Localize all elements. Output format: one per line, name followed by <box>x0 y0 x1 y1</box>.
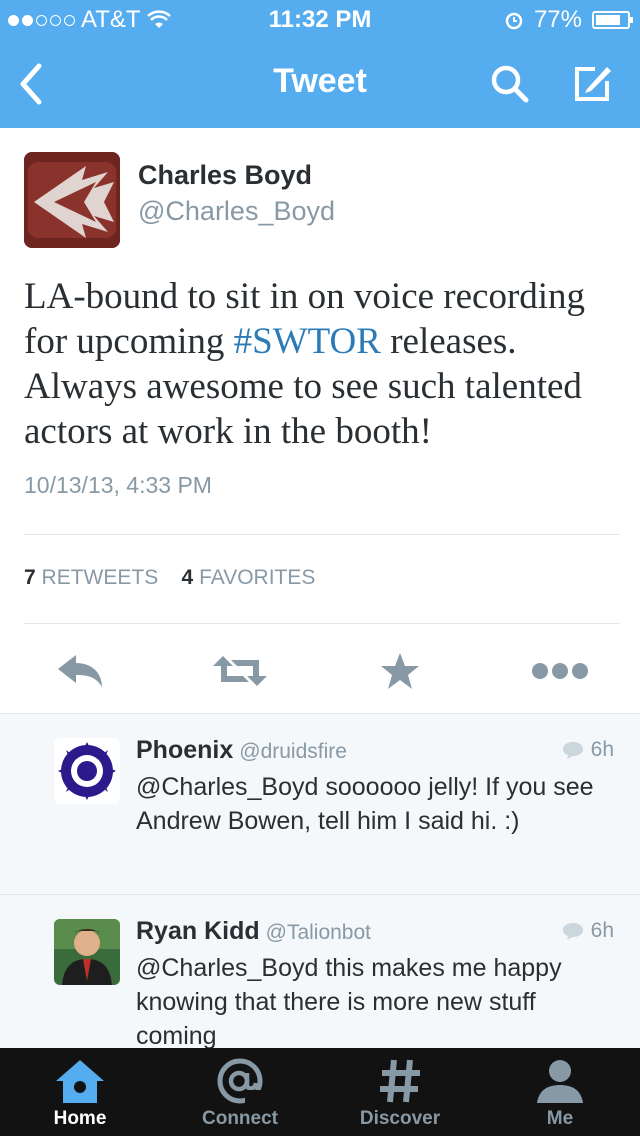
tab-me[interactable]: Me <box>480 1048 640 1136</box>
reply-text: @Charles_Boyd this makes me happy knowin… <box>136 954 562 1049</box>
retweet-icon <box>213 656 267 686</box>
status-bar: AT&T 11:32 PM 77% <box>0 0 640 40</box>
search-button[interactable] <box>486 60 534 108</box>
hashtag-link[interactable]: #SWTOR <box>234 321 381 362</box>
reply-avatar[interactable] <box>54 738 120 804</box>
divider <box>24 623 620 624</box>
battery-icon <box>592 11 633 29</box>
tab-discover[interactable]: Discover <box>320 1048 480 1136</box>
replies-list: Phoenix @druidsfire 6h @Charles_Boyd sooo… <box>0 713 640 1049</box>
alarm-icon <box>505 12 523 30</box>
hash-icon <box>380 1059 420 1103</box>
reply-time-label: 6h <box>590 919 614 942</box>
more-icon <box>532 663 588 679</box>
author-handle[interactable]: @Charles_Boyd <box>138 196 335 227</box>
tab-connect-label: Connect <box>202 1108 278 1129</box>
tab-discover-label: Discover <box>359 1108 441 1129</box>
navigation-bar: Tweet <box>0 40 640 128</box>
home-icon <box>56 1060 104 1103</box>
reply-time: 6h <box>561 919 614 943</box>
tab-home-label: Home <box>53 1108 107 1129</box>
author-avatar[interactable] <box>24 152 120 248</box>
reply-icon <box>58 655 102 687</box>
tweet-text: LA-bound to sit in on voice recording fo… <box>24 274 624 454</box>
list-item[interactable]: Phoenix @druidsfire 6h @Charles_Boyd sooo… <box>0 714 640 895</box>
divider <box>24 534 620 535</box>
battery-percent: 77% <box>533 6 582 33</box>
retweets-label: RETWEETS <box>41 566 159 589</box>
status-right: 77% <box>504 6 633 34</box>
reply-button[interactable] <box>50 649 110 693</box>
tweet-actions <box>0 643 640 699</box>
tab-connect[interactable]: Connect <box>160 1048 320 1136</box>
reply-author[interactable]: Phoenix @druidsfire <box>136 736 347 765</box>
person-icon <box>537 1060 583 1103</box>
reply-time: 6h <box>561 738 614 762</box>
tab-me-label: Me <box>546 1108 574 1129</box>
reply-author-handle: @Talionbot <box>265 921 372 944</box>
reply-author-handle: @druidsfire <box>239 740 347 763</box>
author-name[interactable]: Charles Boyd <box>138 160 312 191</box>
reply-avatar[interactable] <box>54 919 120 985</box>
tweet-stats: 7 RETWEETS 4 FAVORITES <box>24 566 315 590</box>
tab-home[interactable]: Home <box>0 1048 160 1136</box>
favorite-button[interactable] <box>370 649 430 693</box>
retweets-stat[interactable]: 7 RETWEETS <box>24 566 158 589</box>
more-button[interactable] <box>530 649 590 693</box>
tweet-timestamp: 10/13/13, 4:33 PM <box>24 472 212 498</box>
reply-text: @Charles_Boyd soooooo jelly! If you see … <box>136 773 594 835</box>
list-item[interactable]: Ryan Kidd @Talionbot 6h @Charles_Boyd thi… <box>0 895 640 1049</box>
speech-bubble-icon <box>562 923 583 940</box>
retweet-button[interactable] <box>210 649 270 693</box>
compose-icon <box>575 67 611 101</box>
speech-bubble-icon <box>562 742 583 759</box>
retweets-count: 7 <box>24 566 36 589</box>
reply-author-name: Phoenix <box>136 736 234 764</box>
favorites-label: FAVORITES <box>199 566 316 589</box>
star-icon <box>381 653 419 689</box>
tab-bar: Home Connect Discover Me <box>0 1048 640 1136</box>
reply-author[interactable]: Ryan Kidd @Talionbot <box>136 917 371 946</box>
compose-button[interactable] <box>568 60 616 108</box>
reply-author-name: Ryan Kidd <box>136 917 260 945</box>
at-icon <box>217 1058 265 1106</box>
search-icon <box>491 65 529 103</box>
page-title: Tweet <box>273 62 367 100</box>
reply-time-label: 6h <box>590 738 614 761</box>
favorites-count: 4 <box>181 566 194 589</box>
favorites-stat[interactable]: 4 FAVORITES <box>182 566 316 589</box>
